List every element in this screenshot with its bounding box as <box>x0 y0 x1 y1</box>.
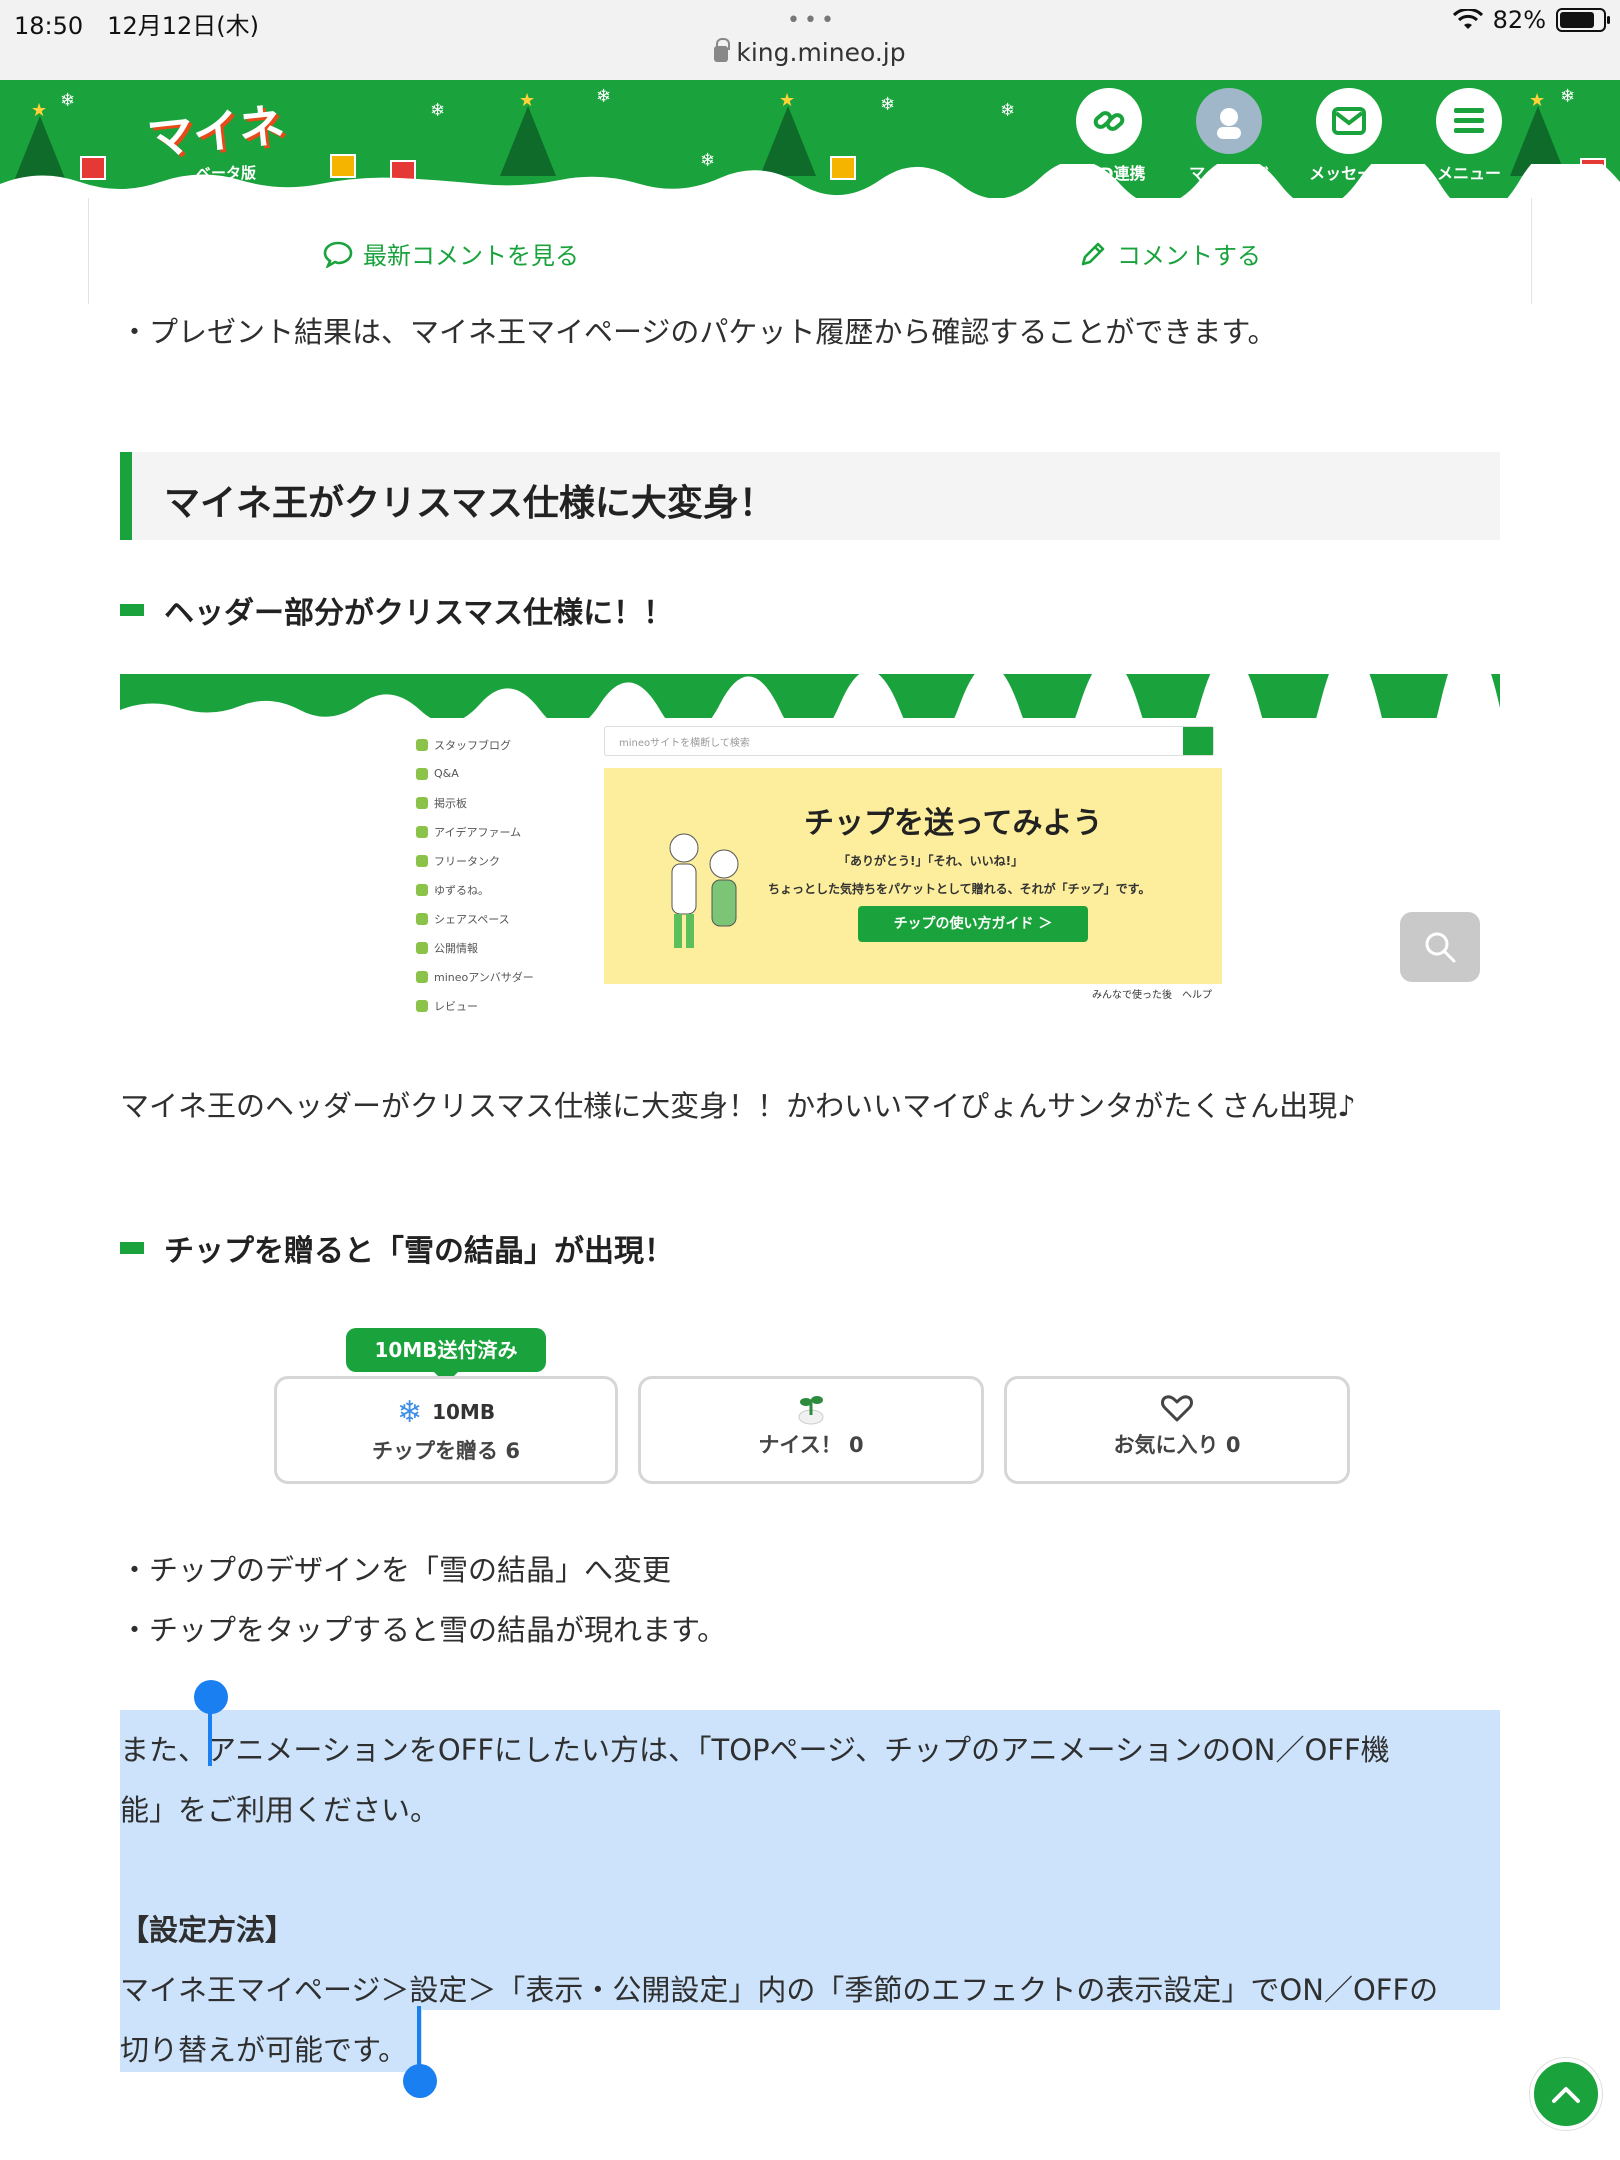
view-latest-comments-label: 最新コメントを見る <box>363 242 579 270</box>
figure-banner-sub1: 「ありがとう!」「それ、いいね!」 <box>838 854 1024 868</box>
snowflake-icon: ❄ <box>1560 86 1576 107</box>
selection-start-handle[interactable] <box>194 1680 228 1714</box>
status-bar: 18:50 12月12日(木) ••• 82% king.mineo.jp <box>0 0 1620 80</box>
subheading-text: チップを贈ると「雪の結晶」が出現！ <box>164 1234 674 1269</box>
speech-bubble-icon <box>323 241 353 268</box>
snowflake-icon: ❄ <box>596 86 612 107</box>
nice-button[interactable]: ナイス！ 0 <box>638 1376 984 1484</box>
selection-handle-line <box>417 2006 421 2072</box>
tip-label: チップを贈る 6 <box>372 1439 520 1463</box>
figure-sidebar-item: アイデアファーム <box>416 817 596 846</box>
figure-sidebar-item: スタッフブログ <box>416 730 596 759</box>
header-screenshot-image: スタッフブログ Q&A 掲示板 アイデアファーム フリータンク ゆずるね。 シェ… <box>120 674 1500 1014</box>
figure-search-box: mineoサイトを横断して検索 <box>604 726 1214 756</box>
battery-icon <box>1556 8 1610 32</box>
view-latest-comments-link[interactable]: 最新コメントを見る <box>323 236 579 271</box>
snowflake-icon: ❄ <box>1000 100 1016 121</box>
favorite-label: お気に入り 0 <box>1113 1433 1241 1457</box>
figure-sidebar-item: 公開情報 <box>416 933 596 962</box>
search-icon <box>1425 932 1456 963</box>
heart-icon <box>1161 1395 1193 1422</box>
figure-sidebar-item: フリータンク <box>416 846 596 875</box>
figure-sidebar-item: レビュー <box>416 991 596 1014</box>
status-time: 18:50 12月12日(木) <box>14 12 259 40</box>
figure-banner-button: チップの使い方ガイド ＞ <box>858 906 1088 942</box>
tip-bullet-2: ・チップをタップすると雪の結晶が現れます。 <box>120 1613 727 1647</box>
figure-sidebar-item: Q&A <box>416 759 596 788</box>
figure-sidebar-item: mineoアンバサダー <box>416 962 596 991</box>
chevron-up-icon <box>1552 2087 1580 2103</box>
setting-heading: 【設定方法】 <box>120 1913 295 1947</box>
pencil-icon <box>1081 242 1105 265</box>
figure-sidebar-item: ゆずるね。 <box>416 875 596 904</box>
selection-end-handle[interactable] <box>403 2064 437 2098</box>
write-comment-label: コメントする <box>1117 242 1261 270</box>
write-comment-link[interactable]: コメントする <box>1079 236 1261 271</box>
figure-banner-title: チップを送ってみよう <box>804 806 1103 841</box>
animation-note-line-1: また、アニメーションをOFFにしたい方は、「TOPページ、チップのアニメーション… <box>120 1733 1390 1767</box>
figure-search-button <box>1183 727 1213 755</box>
figure-banner-sub2: ちょっとした気持ちをパケットとして贈れる、それが「チップ」です。 <box>768 882 1151 896</box>
tip-bullet-1: ・チップのデザインを「雪の結晶」へ変更 <box>120 1553 672 1587</box>
section-heading: マイネ王がクリスマス仕様に大変身！ <box>120 452 1500 540</box>
link-icon <box>1093 111 1125 131</box>
snow-edge <box>0 164 1620 198</box>
avatar-icon <box>1217 108 1241 139</box>
subheading-text: ヘッダー部分がクリスマス仕様に！！ <box>164 596 674 631</box>
mail-icon <box>1332 107 1366 135</box>
figure-sidebar: スタッフブログ Q&A 掲示板 アイデアファーム フリータンク ゆずるね。 シェ… <box>416 730 596 1014</box>
snowflake-icon: ❄ <box>880 94 896 115</box>
people-illustration-icon <box>669 833 739 948</box>
heading-bar <box>120 1242 144 1254</box>
battery-percent: 82% <box>1492 6 1546 34</box>
comment-bar: 最新コメントを見る コメントする <box>88 198 1532 304</box>
favorite-button[interactable]: お気に入り 0 <box>1004 1376 1350 1484</box>
setting-line-1: マイネ王マイページ＞設定＞「表示・公開設定」内の「季節のエフェクトの表示設定」で… <box>120 1973 1439 2007</box>
heading-bar <box>120 604 144 616</box>
status-right: 82% <box>1452 6 1610 34</box>
figure-footer: みんなで使った後 ヘルプ <box>1092 990 1212 1001</box>
url-bar[interactable]: king.mineo.jp <box>0 38 1620 67</box>
subheading-tip: チップを贈ると「雪の結晶」が出現！ <box>120 1226 674 1270</box>
menu-icon <box>1454 108 1484 133</box>
nice-label: ナイス！ 0 <box>758 1433 864 1457</box>
scroll-to-top-button[interactable] <box>1530 2058 1602 2130</box>
nice-sprout-icon <box>798 1396 824 1425</box>
animation-note-line-2: 能」をご利用ください。 <box>120 1793 440 1827</box>
tip-amount: 10MB <box>432 1400 496 1424</box>
section-heading-text: マイネ王がクリスマス仕様に大変身！ <box>164 483 775 524</box>
lock-icon <box>714 38 731 62</box>
floating-search-button[interactable] <box>1400 912 1480 982</box>
tip-sent-badge: 10MB送付済み <box>346 1328 546 1384</box>
snowflake-icon: ❄ <box>396 1394 423 1430</box>
present-note: ・プレゼント結果は、マイネ王マイページのパケット履歴から確認することができます。 <box>120 315 1277 349</box>
snowflake-icon: ❄ <box>60 90 76 111</box>
figure-banner: チップを送ってみよう 「ありがとう!」「それ、いいね!」 ちょっとした気持ちをパ… <box>604 768 1222 984</box>
subheading-header: ヘッダー部分がクリスマス仕様に！！ <box>120 588 673 632</box>
figure-sidebar-item: シェアスペース <box>416 904 596 933</box>
setting-line-2: 切り替えが可能です。 <box>120 2033 408 2067</box>
header-description: マイネ王のヘッダーがクリスマス仕様に大変身！！かわいいマイぴょんサンタがたくさん… <box>120 1089 1356 1123</box>
figure-sidebar-item: 掲示板 <box>416 788 596 817</box>
tip-button[interactable]: ❄ 10MB チップを贈る 6 <box>274 1376 618 1484</box>
wifi-icon <box>1452 9 1483 29</box>
multitask-dots[interactable]: ••• <box>787 8 838 33</box>
figure-header <box>120 674 1500 771</box>
snowflake-icon: ❄ <box>430 100 446 121</box>
site-header: ❄ ❄ ❄ ❄ ❄ ❄ ❄ マイネ王 ベータ版 eoID連携 マイページ メッセ… <box>0 80 1620 198</box>
site-logo[interactable]: マイネ王 <box>140 88 320 198</box>
